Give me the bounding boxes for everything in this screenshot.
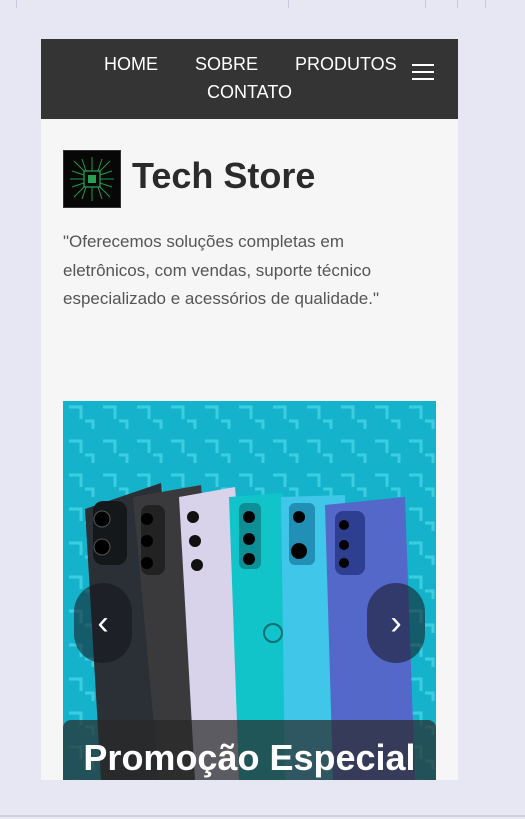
divider [288,0,289,8]
divider [0,815,525,817]
browser-top-strip [0,0,525,8]
brand-logo [63,150,121,208]
carousel-caption: Promoção Especial [63,720,436,780]
divider [16,0,17,8]
divider [485,0,486,8]
nav-link-sobre[interactable]: SOBRE [195,54,258,75]
caption-title: Promoção Especial [83,737,416,778]
chevron-left-icon: ‹ [97,603,109,642]
divider [457,0,458,8]
store-page: HOME SOBRE PRODUTOS CONTATO Tech Store "… [41,39,458,780]
nav-link-produtos[interactable]: PRODUTOS [295,54,397,75]
brand-name: Tech Store [132,155,316,196]
navbar: HOME SOBRE PRODUTOS CONTATO [41,39,458,119]
carousel-next-button[interactable]: › [367,583,425,663]
store-description: "Oferecemos soluções completas em eletrô… [63,232,380,308]
promo-carousel: ‹ › Promoção Especial [63,401,436,780]
chevron-right-icon: › [390,603,402,642]
hamburger-icon[interactable] [412,61,434,83]
nav-link-home[interactable]: HOME [104,54,158,75]
carousel-prev-button[interactable]: ‹ [74,583,132,663]
circuit-chip-icon [64,151,120,207]
divider [425,0,426,8]
nav-link-contato[interactable]: CONTATO [207,82,292,103]
